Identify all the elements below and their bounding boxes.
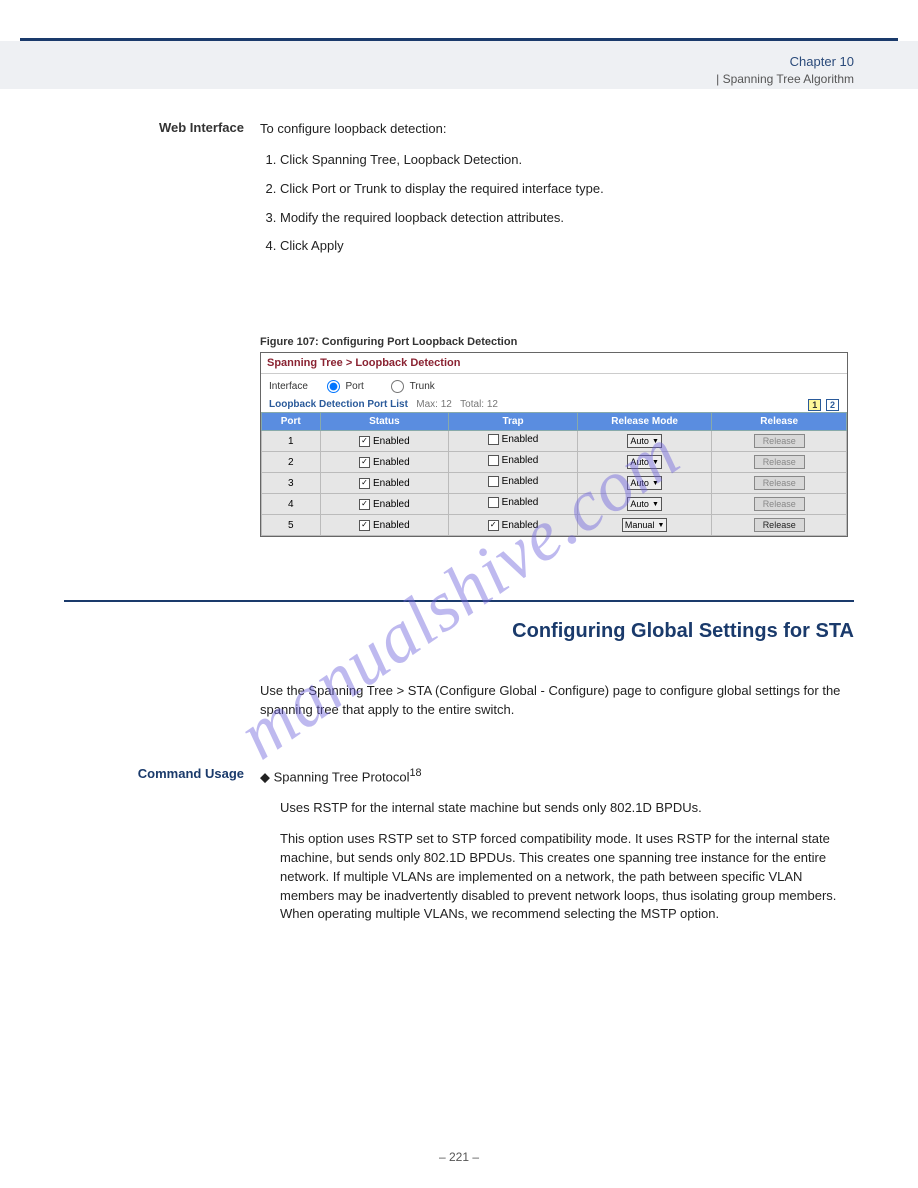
col-status: Status	[320, 413, 449, 431]
step-1: Click Spanning Tree, Loopback Detection.	[280, 151, 850, 170]
status-checkbox[interactable]: ✓ Enabled	[359, 457, 410, 468]
release-mode-select[interactable]: Auto ▼	[627, 455, 661, 469]
port-table: Port Status Trap Release Mode Release 1 ✓…	[261, 412, 847, 536]
figure-caption: Figure 107: Configuring Port Loopback De…	[260, 336, 517, 348]
interface-label: Interface	[269, 381, 308, 392]
col-port: Port	[262, 413, 321, 431]
stp-desc: This option uses RSTP set to STP forced …	[280, 830, 850, 924]
page-number: – 221 –	[0, 1150, 918, 1164]
pager: 1 2	[806, 399, 839, 411]
loopback-screenshot: Spanning Tree > Loopback Detection Inter…	[260, 352, 848, 537]
release-button: Release	[754, 434, 805, 448]
ss-breadcrumb: Spanning Tree > Loopback Detection	[261, 353, 847, 374]
web-steps-block: To configure loopback detection: Click S…	[260, 120, 850, 268]
release-mode-select[interactable]: Auto ▼	[627, 434, 661, 448]
web-interface-label: Web Interface	[64, 120, 244, 135]
trap-checkbox[interactable]: Enabled	[488, 497, 539, 508]
stp-note: Uses RSTP for the internal state machine…	[280, 799, 850, 818]
radio-port[interactable]: Port	[327, 381, 380, 392]
step-2: Click Port or Trunk to display the requi…	[280, 180, 850, 199]
col-release: Release	[712, 413, 847, 431]
col-mode: Release Mode	[577, 413, 712, 431]
table-header-row: Port Status Trap Release Mode Release	[262, 413, 847, 431]
trap-checkbox[interactable]: Enabled	[488, 455, 539, 466]
cell-port: 1	[262, 431, 321, 452]
trap-checkbox[interactable]: Enabled	[488, 434, 539, 445]
section-rule	[64, 600, 854, 602]
page-2[interactable]: 2	[826, 399, 839, 411]
cell-port: 5	[262, 515, 321, 536]
command-usage-body: ◆ Spanning Tree Protocol18 Uses RSTP for…	[260, 766, 850, 936]
chapter-subtitle: | Spanning Tree Algorithm	[716, 72, 854, 86]
cell-port: 2	[262, 452, 321, 473]
step-3: Modify the required loopback detection a…	[280, 209, 850, 228]
release-mode-select[interactable]: Auto ▼	[627, 476, 661, 490]
trap-checkbox[interactable]: Enabled	[488, 476, 539, 487]
max-count: Max: 12	[416, 399, 452, 410]
total-count: Total: 12	[460, 399, 498, 410]
table-row: 5 ✓ Enabled ✓ Enabled Manual ▼ Release	[262, 515, 847, 536]
release-mode-select[interactable]: Auto ▼	[627, 497, 661, 511]
section-intro: Use the Spanning Tree > STA (Configure G…	[260, 682, 850, 720]
release-button: Release	[754, 455, 805, 469]
interface-row: Interface Port Trunk	[261, 374, 847, 399]
status-checkbox[interactable]: ✓ Enabled	[359, 499, 410, 510]
section-body: Use the Spanning Tree > STA (Configure G…	[260, 682, 850, 732]
cell-port: 3	[262, 473, 321, 494]
web-intro: To configure loopback detection:	[260, 120, 850, 139]
release-button: Release	[754, 497, 805, 511]
command-usage-label: Command Usage	[64, 766, 244, 781]
step-4: Click Apply	[280, 237, 850, 256]
radio-trunk[interactable]: Trunk	[391, 381, 451, 392]
section-title: Configuring Global Settings for STA	[512, 620, 854, 643]
port-list-header: Loopback Detection Port List Max: 12 Tot…	[261, 399, 847, 412]
status-checkbox[interactable]: ✓ Enabled	[359, 520, 410, 531]
table-row: 2 ✓ Enabled Enabled Auto ▼ Release	[262, 452, 847, 473]
status-checkbox[interactable]: ✓ Enabled	[359, 478, 410, 489]
section-heading: Configuring Global Settings for STA	[512, 620, 854, 643]
bullet-stp: ◆ Spanning Tree Protocol18	[260, 766, 850, 787]
trap-checkbox[interactable]: ✓ Enabled	[488, 520, 539, 531]
page-1[interactable]: 1	[808, 399, 821, 411]
release-button[interactable]: Release	[754, 518, 805, 532]
table-row: 3 ✓ Enabled Enabled Auto ▼ Release	[262, 473, 847, 494]
col-trap: Trap	[449, 413, 578, 431]
release-button: Release	[754, 476, 805, 490]
status-checkbox[interactable]: ✓ Enabled	[359, 436, 410, 447]
table-row: 4 ✓ Enabled Enabled Auto ▼ Release	[262, 494, 847, 515]
release-mode-select[interactable]: Manual ▼	[622, 518, 667, 532]
cell-port: 4	[262, 494, 321, 515]
table-row: 1 ✓ Enabled Enabled Auto ▼ Release	[262, 431, 847, 452]
chapter-label: Chapter 10	[790, 54, 854, 69]
